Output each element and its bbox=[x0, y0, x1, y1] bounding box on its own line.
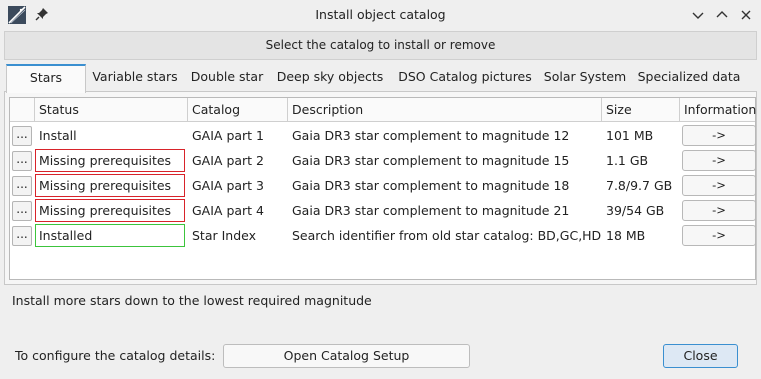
size-cell: 18 MB bbox=[606, 228, 646, 243]
description-cell: Search identifier from old star catalog:… bbox=[292, 228, 602, 243]
catalog-cell: GAIA part 2 bbox=[192, 153, 265, 168]
table-row[interactable]: ... Install GAIA part 1 Gaia DR3 star co… bbox=[10, 123, 756, 148]
close-button[interactable]: Close bbox=[663, 344, 738, 368]
catalog-cell: GAIA part 3 bbox=[192, 178, 265, 193]
size-cell: 39/54 GB bbox=[606, 203, 665, 218]
info-text: Install more stars down to the lowest re… bbox=[12, 293, 372, 308]
status-cell[interactable]: Missing prerequisites bbox=[35, 149, 185, 172]
description-cell: Gaia DR3 star complement to magnitude 18 bbox=[292, 178, 570, 193]
maximize-icon[interactable] bbox=[714, 7, 730, 23]
catalog-cell: Star Index bbox=[192, 228, 257, 243]
row-options-button[interactable]: ... bbox=[12, 201, 32, 221]
header-size[interactable]: Size bbox=[602, 98, 680, 122]
catalog-cell: GAIA part 1 bbox=[192, 128, 265, 143]
header-information[interactable]: Information bbox=[680, 98, 756, 122]
description-cell: Gaia DR3 star complement to magnitude 12 bbox=[292, 128, 570, 143]
minimize-icon[interactable] bbox=[690, 7, 706, 23]
size-cell: 101 MB bbox=[606, 128, 654, 143]
tab-variable-stars[interactable]: Variable stars bbox=[88, 65, 182, 91]
status-cell[interactable]: Installed bbox=[35, 224, 185, 247]
info-button[interactable]: -> bbox=[682, 150, 756, 171]
info-button[interactable]: -> bbox=[682, 175, 756, 196]
size-cell: 1.1 GB bbox=[606, 153, 649, 168]
tab-deep-sky-objects[interactable]: Deep sky objects bbox=[274, 65, 386, 91]
header-actions bbox=[10, 98, 35, 122]
tab-specialized-data[interactable]: Specialized data bbox=[634, 65, 744, 91]
row-options-button[interactable]: ... bbox=[12, 176, 32, 196]
info-button[interactable]: -> bbox=[682, 225, 756, 246]
table-row[interactable]: ... Missing prerequisites GAIA part 3 Ga… bbox=[10, 173, 756, 198]
row-options-button[interactable]: ... bbox=[12, 226, 32, 246]
description-cell: Gaia DR3 star complement to magnitude 21 bbox=[292, 203, 570, 218]
table-header: Status Catalog Description Size Informat… bbox=[10, 98, 756, 122]
row-options-button[interactable]: ... bbox=[12, 151, 32, 171]
close-icon[interactable] bbox=[738, 7, 754, 23]
subheader: Select the catalog to install or remove bbox=[4, 31, 757, 60]
table-row[interactable]: ... Missing prerequisites GAIA part 4 Ga… bbox=[10, 198, 756, 223]
tab-bar: Stars Variable stars Double star Deep sk… bbox=[4, 64, 757, 93]
config-label: To configure the catalog details: bbox=[15, 348, 216, 363]
row-options-button[interactable]: ... bbox=[12, 126, 32, 146]
tab-double-star[interactable]: Double star bbox=[186, 65, 268, 91]
description-cell: Gaia DR3 star complement to magnitude 15 bbox=[292, 153, 570, 168]
tab-panel: Status Catalog Description Size Informat… bbox=[4, 91, 757, 285]
header-description[interactable]: Description bbox=[288, 98, 602, 122]
status-cell[interactable]: Install bbox=[35, 124, 185, 147]
window-title: Install object catalog bbox=[315, 7, 446, 22]
catalog-cell: GAIA part 4 bbox=[192, 203, 265, 218]
tab-dso-catalog-pictures[interactable]: DSO Catalog pictures bbox=[394, 65, 536, 91]
tab-solar-system[interactable]: Solar System bbox=[540, 65, 630, 91]
status-cell[interactable]: Missing prerequisites bbox=[35, 199, 185, 222]
catalog-table: Status Catalog Description Size Informat… bbox=[9, 97, 756, 280]
open-catalog-setup-button[interactable]: Open Catalog Setup bbox=[223, 344, 470, 368]
table-row[interactable]: ... Missing prerequisites GAIA part 2 Ga… bbox=[10, 148, 756, 173]
table-row[interactable]: ... Installed Star Index Search identifi… bbox=[10, 223, 756, 248]
status-cell[interactable]: Missing prerequisites bbox=[35, 174, 185, 197]
info-button[interactable]: -> bbox=[682, 200, 756, 221]
header-catalog[interactable]: Catalog bbox=[188, 98, 288, 122]
tab-stars[interactable]: Stars bbox=[6, 64, 86, 93]
title-bar: Install object catalog bbox=[0, 0, 761, 30]
header-status[interactable]: Status bbox=[35, 98, 188, 122]
info-button[interactable]: -> bbox=[682, 125, 756, 146]
size-cell: 7.8/9.7 GB bbox=[606, 178, 673, 193]
